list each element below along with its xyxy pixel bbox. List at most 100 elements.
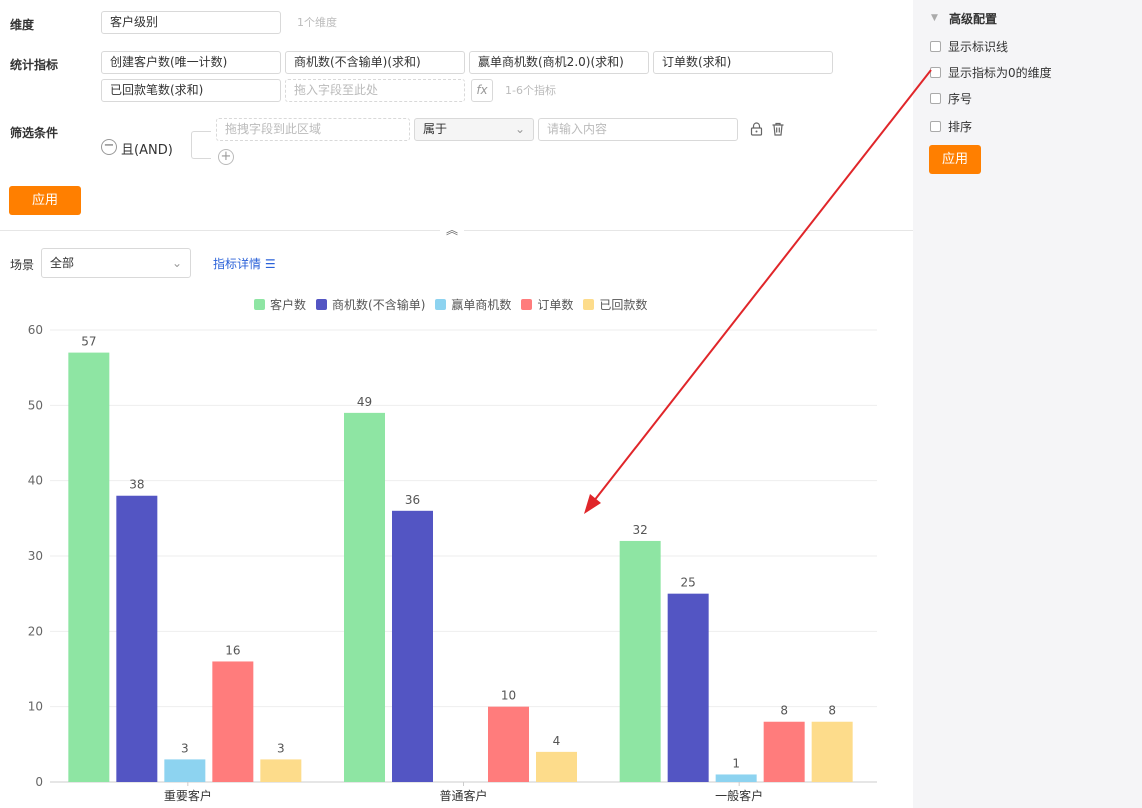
legend-label: 商机数(不含输单) (332, 298, 426, 312)
legend-label: 赢单商机数 (451, 298, 512, 312)
y-tick-label: 50 (28, 398, 43, 412)
collapse-up-icon[interactable]: ︽ (440, 222, 464, 238)
bar-chart: 0 10 20 30 40 50 60 57 38 3 16 3 重要客户 49 36 10 4 普通客户 32 25… (28, 323, 877, 803)
option-label: 显示指标为0的维度 (948, 66, 1052, 80)
data-label: 4 (553, 734, 561, 748)
data-label: 25 (681, 576, 696, 590)
legend-swatch (521, 299, 533, 310)
legend-item[interactable]: 订单数 (521, 296, 573, 313)
y-tick-label: 60 (28, 323, 43, 337)
data-label: 1 (732, 756, 740, 770)
metric-detail-label: 指标详情 (213, 257, 262, 271)
data-label: 3 (277, 741, 285, 755)
y-tick-label: 40 (28, 474, 43, 488)
checkbox[interactable] (930, 41, 941, 52)
option-label: 显示标识线 (948, 40, 1009, 54)
filter-label: 筛选条件 (10, 126, 59, 140)
scene-label: 场景 (10, 258, 35, 272)
data-label: 3 (181, 741, 189, 755)
data-label: 16 (225, 643, 240, 657)
bar (260, 759, 302, 782)
legend-item[interactable]: 客户数 (254, 296, 306, 313)
legend-label: 客户数 (270, 298, 307, 312)
bar (536, 751, 577, 782)
trash-icon[interactable] (768, 119, 788, 139)
advanced-config-title: 高级配置 (949, 12, 998, 26)
data-label: 36 (405, 493, 420, 507)
legend-item[interactable]: 赢单商机数 (435, 296, 511, 313)
option-serial-number[interactable]: 序号 (930, 90, 972, 107)
bar (212, 661, 254, 782)
bar (116, 495, 158, 782)
y-tick-label: 20 (28, 624, 43, 638)
data-label: 38 (129, 478, 144, 492)
metric-chip[interactable]: 赢单商机数(商机2.0)(求和) (469, 51, 649, 74)
metrics-label: 统计指标 (10, 58, 59, 72)
filter-value-input[interactable]: 请输入内容 (538, 118, 738, 141)
data-label: 49 (357, 395, 372, 409)
metric-chip[interactable]: 创建客户数(唯一计数) (101, 51, 281, 74)
metric-drop-zone[interactable]: 拖入字段至此处 (285, 79, 465, 102)
chevron-down-icon: ⌄ (171, 256, 182, 270)
legend-label: 已回款数 (599, 298, 648, 312)
bar (667, 593, 709, 782)
bar (811, 721, 853, 782)
bar (164, 759, 206, 782)
y-tick-label: 30 (28, 549, 43, 563)
logic-bracket (191, 131, 211, 159)
metric-chip[interactable]: 已回款笔数(求和) (101, 79, 281, 102)
filter-field-drop-zone[interactable]: 拖拽字段到此区域 (216, 118, 410, 141)
metrics-hint: 1-6个指标 (505, 84, 556, 97)
scene-value: 全部 (50, 256, 75, 270)
legend-swatch (435, 299, 447, 310)
dimension-label: 维度 (10, 18, 35, 32)
bar (715, 774, 757, 782)
option-sort[interactable]: 排序 (930, 118, 972, 135)
metric-chip[interactable]: 订单数(求和) (653, 51, 833, 74)
bar (392, 510, 433, 782)
legend-swatch (254, 299, 265, 310)
chevron-down-icon: ⌄ (514, 122, 525, 136)
metric-detail-link[interactable]: 指标详情 ☰ (213, 255, 276, 272)
lock-icon[interactable] (746, 119, 766, 139)
remove-group-icon[interactable]: − (101, 139, 117, 155)
chart-legend: 客户数 商机数(不含输单) 赢单商机数 订单数 已回款数 (254, 296, 647, 313)
scene-select[interactable]: 全部 ⌄ (41, 248, 191, 278)
filter-logic[interactable]: 且(AND) (121, 139, 173, 158)
bar (488, 706, 529, 782)
metric-chip[interactable]: 商机数(不含输单)(求和) (285, 51, 465, 74)
y-tick-label: 0 (35, 775, 43, 789)
data-label: 10 (501, 689, 516, 703)
y-tick-label: 10 (28, 700, 43, 714)
sidebar-apply-button[interactable]: 应用 (929, 145, 981, 174)
add-condition-icon[interactable]: + (218, 149, 234, 165)
option-label: 序号 (948, 92, 973, 106)
x-tick-label: 一般客户 (715, 788, 763, 803)
data-label: 57 (81, 335, 96, 349)
x-tick-label: 重要客户 (164, 788, 212, 803)
data-label: 8 (828, 704, 836, 718)
dimension-field[interactable]: 客户级别 (101, 11, 281, 34)
bar (619, 540, 661, 782)
checkbox[interactable] (930, 121, 941, 132)
x-tick-label: 普通客户 (439, 788, 487, 803)
checkbox[interactable] (930, 93, 941, 104)
option-show-zero-dimensions[interactable]: 显示指标为0的维度 (930, 64, 1052, 81)
option-label: 排序 (948, 120, 973, 134)
legend-label: 订单数 (537, 298, 574, 312)
formula-button[interactable]: fx (471, 79, 493, 102)
bar (68, 352, 110, 782)
checkbox[interactable] (930, 67, 941, 78)
option-show-marker-line[interactable]: 显示标识线 (930, 38, 1008, 55)
legend-item[interactable]: 商机数(不含输单) (316, 296, 425, 313)
filter-operator-select[interactable]: 属于 ⌄ (414, 118, 534, 141)
legend-item[interactable]: 已回款数 (583, 296, 647, 313)
apply-button[interactable]: 应用 (9, 186, 81, 215)
legend-swatch (316, 299, 328, 310)
filter-operator-value: 属于 (423, 122, 448, 136)
data-label: 32 (633, 523, 648, 537)
data-label: 8 (780, 704, 788, 718)
bar (344, 412, 385, 782)
caret-down-icon[interactable]: ▼ (931, 13, 938, 23)
dimension-hint: 1个维度 (297, 16, 337, 29)
